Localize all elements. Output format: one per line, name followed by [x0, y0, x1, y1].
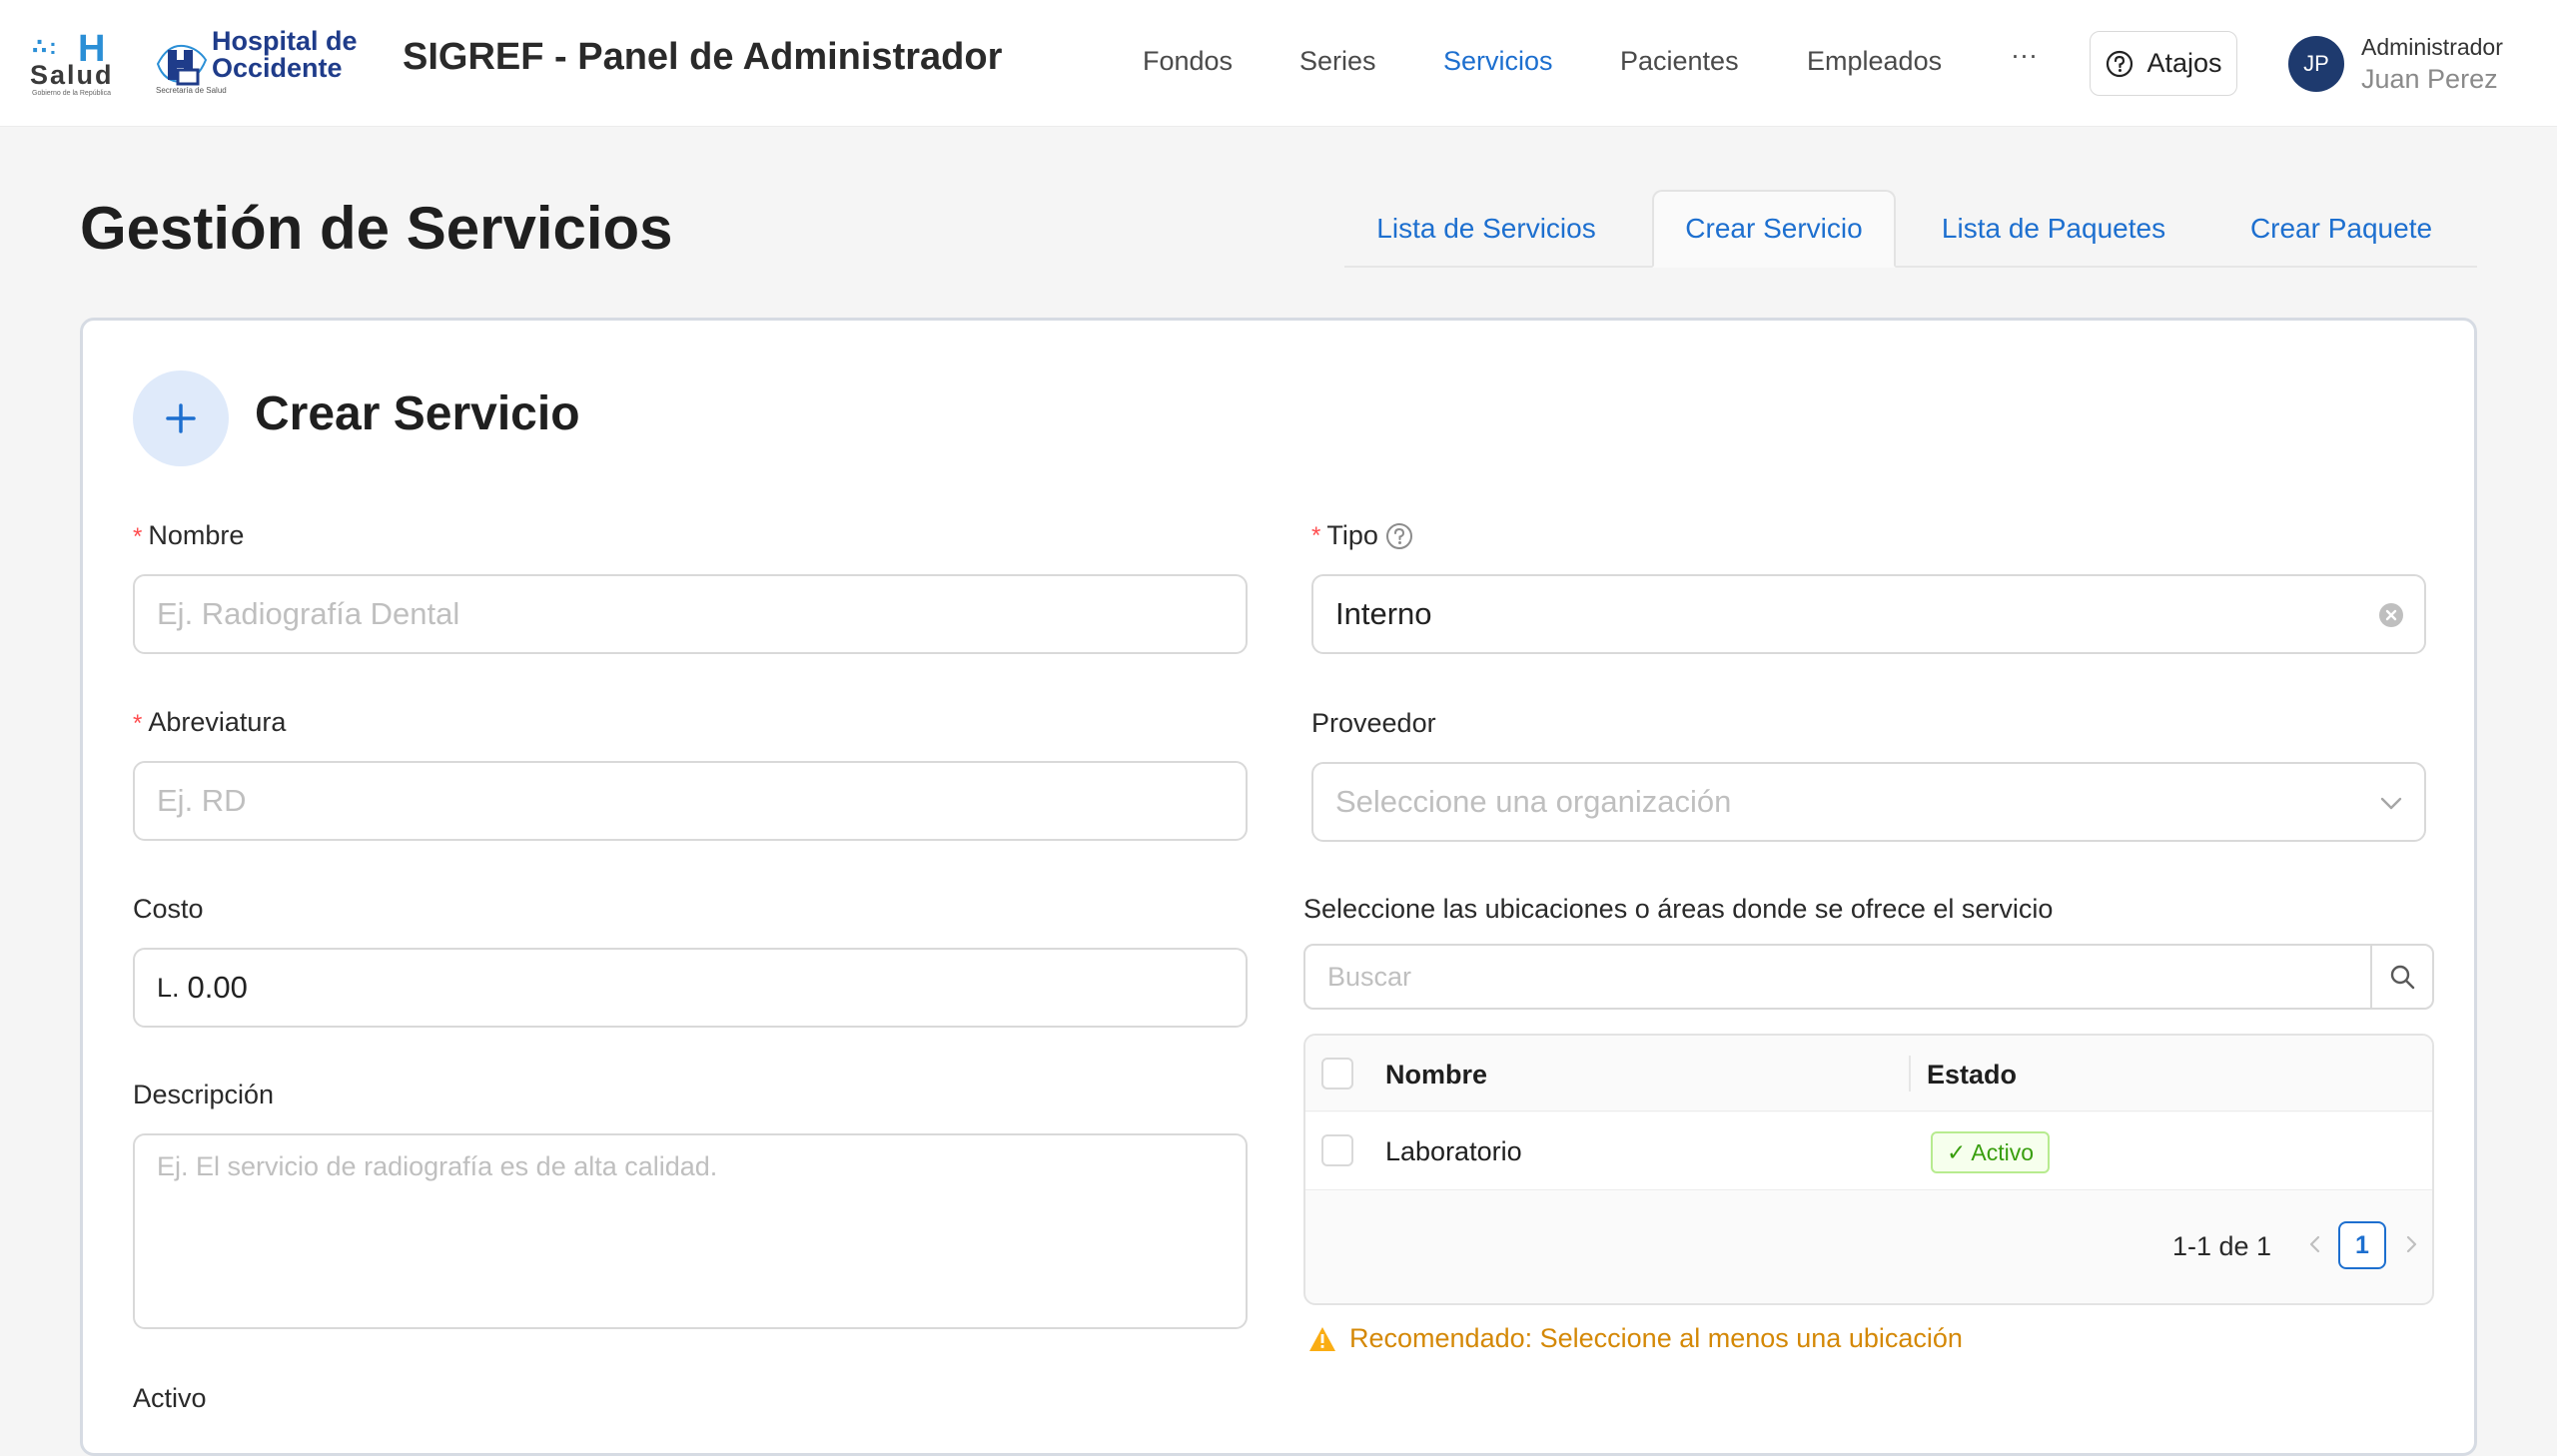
costo-value: 0.00	[187, 970, 248, 1005]
status-badge: ✓ Activo	[1931, 1131, 2051, 1173]
tipo-label: * Tipo	[1311, 520, 1414, 551]
clear-circle-icon[interactable]	[2378, 602, 2404, 628]
column-header-estado[interactable]: Estado	[1927, 1060, 2017, 1091]
tipo-label-text: Tipo	[1326, 520, 1378, 550]
tipo-select[interactable]: Interno	[1311, 574, 2426, 654]
page-tabs: Lista de Servicios Crear Servicio Lista …	[1344, 190, 2477, 268]
search-input[interactable]	[1305, 946, 2370, 1008]
warning-triangle-icon	[1309, 1326, 1335, 1351]
row-checkbox[interactable]	[1321, 1134, 1353, 1166]
activo-label: Activo	[133, 1383, 207, 1413]
ubicaciones-search	[1303, 944, 2434, 1010]
nav-item-servicios[interactable]: Servicios	[1443, 46, 1553, 77]
ubicaciones-label: Seleccione las ubicaciones o áreas donde…	[1303, 894, 2054, 924]
page-title: Gestión de Servicios	[80, 195, 673, 262]
ubicaciones-table: Nombre Estado Laboratorio ✓ Activo 1-1 d…	[1303, 1034, 2434, 1305]
shortcuts-label: Atajos	[2146, 48, 2222, 78]
hospital-logo[interactable]: Hospital de Occidente Secretaría de Salu…	[150, 26, 380, 98]
nav-more-ellipsis-icon[interactable]: ···	[2011, 40, 2038, 71]
nav-item-series[interactable]: Series	[1299, 46, 1376, 77]
select-all-checkbox[interactable]	[1321, 1058, 1353, 1090]
costo-input[interactable]: L. 0.00	[133, 948, 1248, 1028]
app-title: SIGREF - Panel de Administrador	[403, 36, 1003, 78]
required-mark: *	[133, 523, 143, 550]
chevron-right-icon[interactable]	[2400, 1233, 2422, 1255]
top-header: ∴: H Salud Gobierno de la República Hosp…	[0, 0, 2557, 127]
tab-crear-servicio[interactable]: Crear Servicio	[1652, 190, 1896, 268]
hospital-emblem-icon	[156, 44, 208, 86]
search-icon	[2390, 965, 2415, 990]
nav-item-empleados[interactable]: Empleados	[1807, 46, 1942, 77]
row-nombre: Laboratorio	[1385, 1136, 1522, 1166]
plus-glyph-icon	[166, 403, 196, 433]
salud-logo[interactable]: ∴: H Salud Gobierno de la República	[30, 28, 126, 97]
create-service-card: Crear Servicio *Nombre *Abreviatura Cost…	[80, 318, 2477, 1456]
nav-item-pacientes[interactable]: Pacientes	[1620, 46, 1739, 77]
abreviatura-label-text: Abreviatura	[148, 707, 287, 737]
proveedor-label: Proveedor	[1311, 708, 1436, 738]
warning-text: Recomendado: Seleccione al menos una ubi…	[1349, 1323, 1963, 1353]
descripcion-textarea[interactable]	[133, 1133, 1248, 1329]
table-row[interactable]: Laboratorio ✓ Activo	[1305, 1112, 2432, 1190]
search-button[interactable]	[2370, 946, 2432, 1008]
required-mark: *	[133, 710, 143, 737]
location-warning: Recomendado: Seleccione al menos una ubi…	[1307, 1323, 1963, 1354]
nombre-input[interactable]	[133, 574, 1248, 654]
salud-logo-tagline: Gobierno de la República	[32, 90, 111, 97]
abreviatura-input[interactable]	[133, 761, 1248, 841]
column-header-nombre[interactable]: Nombre	[1385, 1060, 1487, 1091]
tab-crear-paquete[interactable]: Crear Paquete	[2221, 190, 2461, 268]
pagination-page-button[interactable]: 1	[2338, 1221, 2386, 1269]
column-separator	[1909, 1056, 1911, 1092]
card-title: Crear Servicio	[255, 387, 580, 440]
nombre-label: * Nombre	[133, 520, 244, 551]
tipo-selected-value: Interno	[1335, 596, 1432, 631]
salud-logo-word: Salud	[30, 60, 114, 90]
chevron-left-icon[interactable]	[2304, 1233, 2326, 1255]
user-name: Juan Perez	[2361, 64, 2498, 94]
avatar[interactable]: JP	[2288, 36, 2344, 92]
nombre-label-text: Nombre	[148, 520, 245, 550]
shortcuts-button[interactable]: Atajos	[2090, 31, 2237, 96]
required-mark: *	[1311, 521, 1321, 549]
hospital-logo-line2: Occidente	[212, 53, 343, 83]
nav-item-fondos[interactable]: Fondos	[1143, 46, 1233, 77]
plus-icon	[133, 370, 229, 466]
tab-lista-servicios[interactable]: Lista de Servicios	[1344, 190, 1628, 268]
table-header: Nombre Estado	[1305, 1036, 2432, 1111]
descripcion-label: Descripción	[133, 1080, 275, 1109]
proveedor-select[interactable]: Seleccione una organización	[1311, 762, 2426, 842]
hospital-logo-subline: Secretaría de Salud	[156, 86, 227, 95]
tab-lista-paquetes[interactable]: Lista de Paquetes	[1922, 190, 2185, 268]
chevron-down-icon	[2380, 797, 2402, 810]
currency-prefix: L.	[157, 972, 180, 1003]
user-role: Administrador	[2361, 34, 2503, 60]
abreviatura-label: * Abreviatura	[133, 707, 286, 738]
pagination-summary: 1-1 de 1	[2172, 1231, 2272, 1261]
salud-logo-dots: ∴:	[32, 34, 59, 59]
help-question-icon[interactable]	[1384, 521, 1414, 551]
costo-label: Costo	[133, 894, 204, 924]
proveedor-placeholder: Seleccione una organización	[1335, 784, 1732, 819]
question-circle-icon	[2107, 50, 2133, 77]
